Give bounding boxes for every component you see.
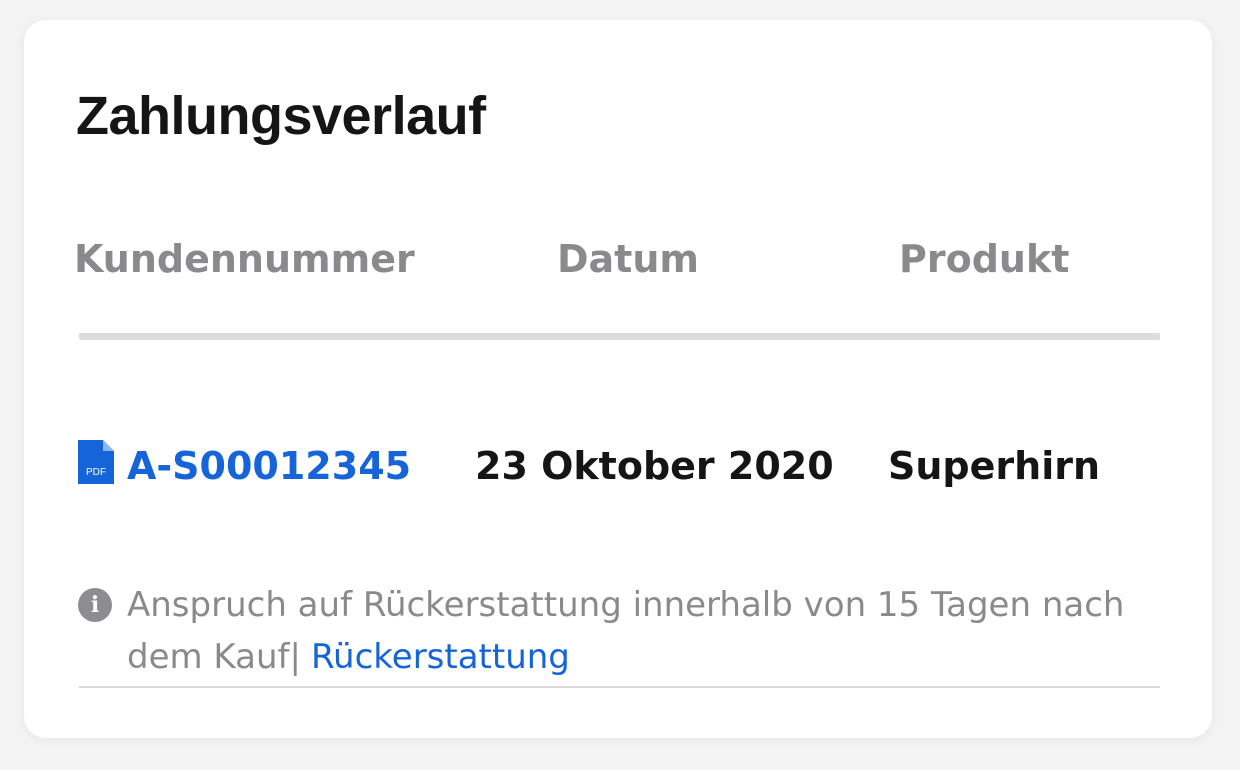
pdf-icon-label: PDF (86, 467, 106, 478)
column-header-product: Produkt (899, 237, 1070, 281)
refund-note: Anspruch auf Rückerstattung innerhalb vo… (127, 579, 1147, 683)
refund-link[interactable]: Rückerstattung (311, 637, 570, 677)
invoice-link[interactable]: A-S00012345 (127, 442, 411, 490)
info-icon: i (78, 588, 112, 622)
column-header-date: Datum (557, 237, 699, 281)
column-header-customer-number: Kundennummer (74, 237, 415, 281)
header-divider (79, 333, 1160, 340)
refund-note-separator: | (289, 637, 301, 677)
product-cell: Superhirn (888, 444, 1101, 488)
payment-history-card: Zahlungsverlauf Kundennummer Datum Produ… (24, 20, 1212, 738)
date-cell: 23 Oktober 2020 (475, 444, 834, 488)
refund-note-text: Anspruch auf Rückerstattung innerhalb vo… (127, 585, 1125, 677)
bottom-divider (79, 686, 1160, 688)
pdf-file-icon[interactable]: PDF (78, 440, 114, 484)
page-title: Zahlungsverlauf (76, 86, 486, 146)
